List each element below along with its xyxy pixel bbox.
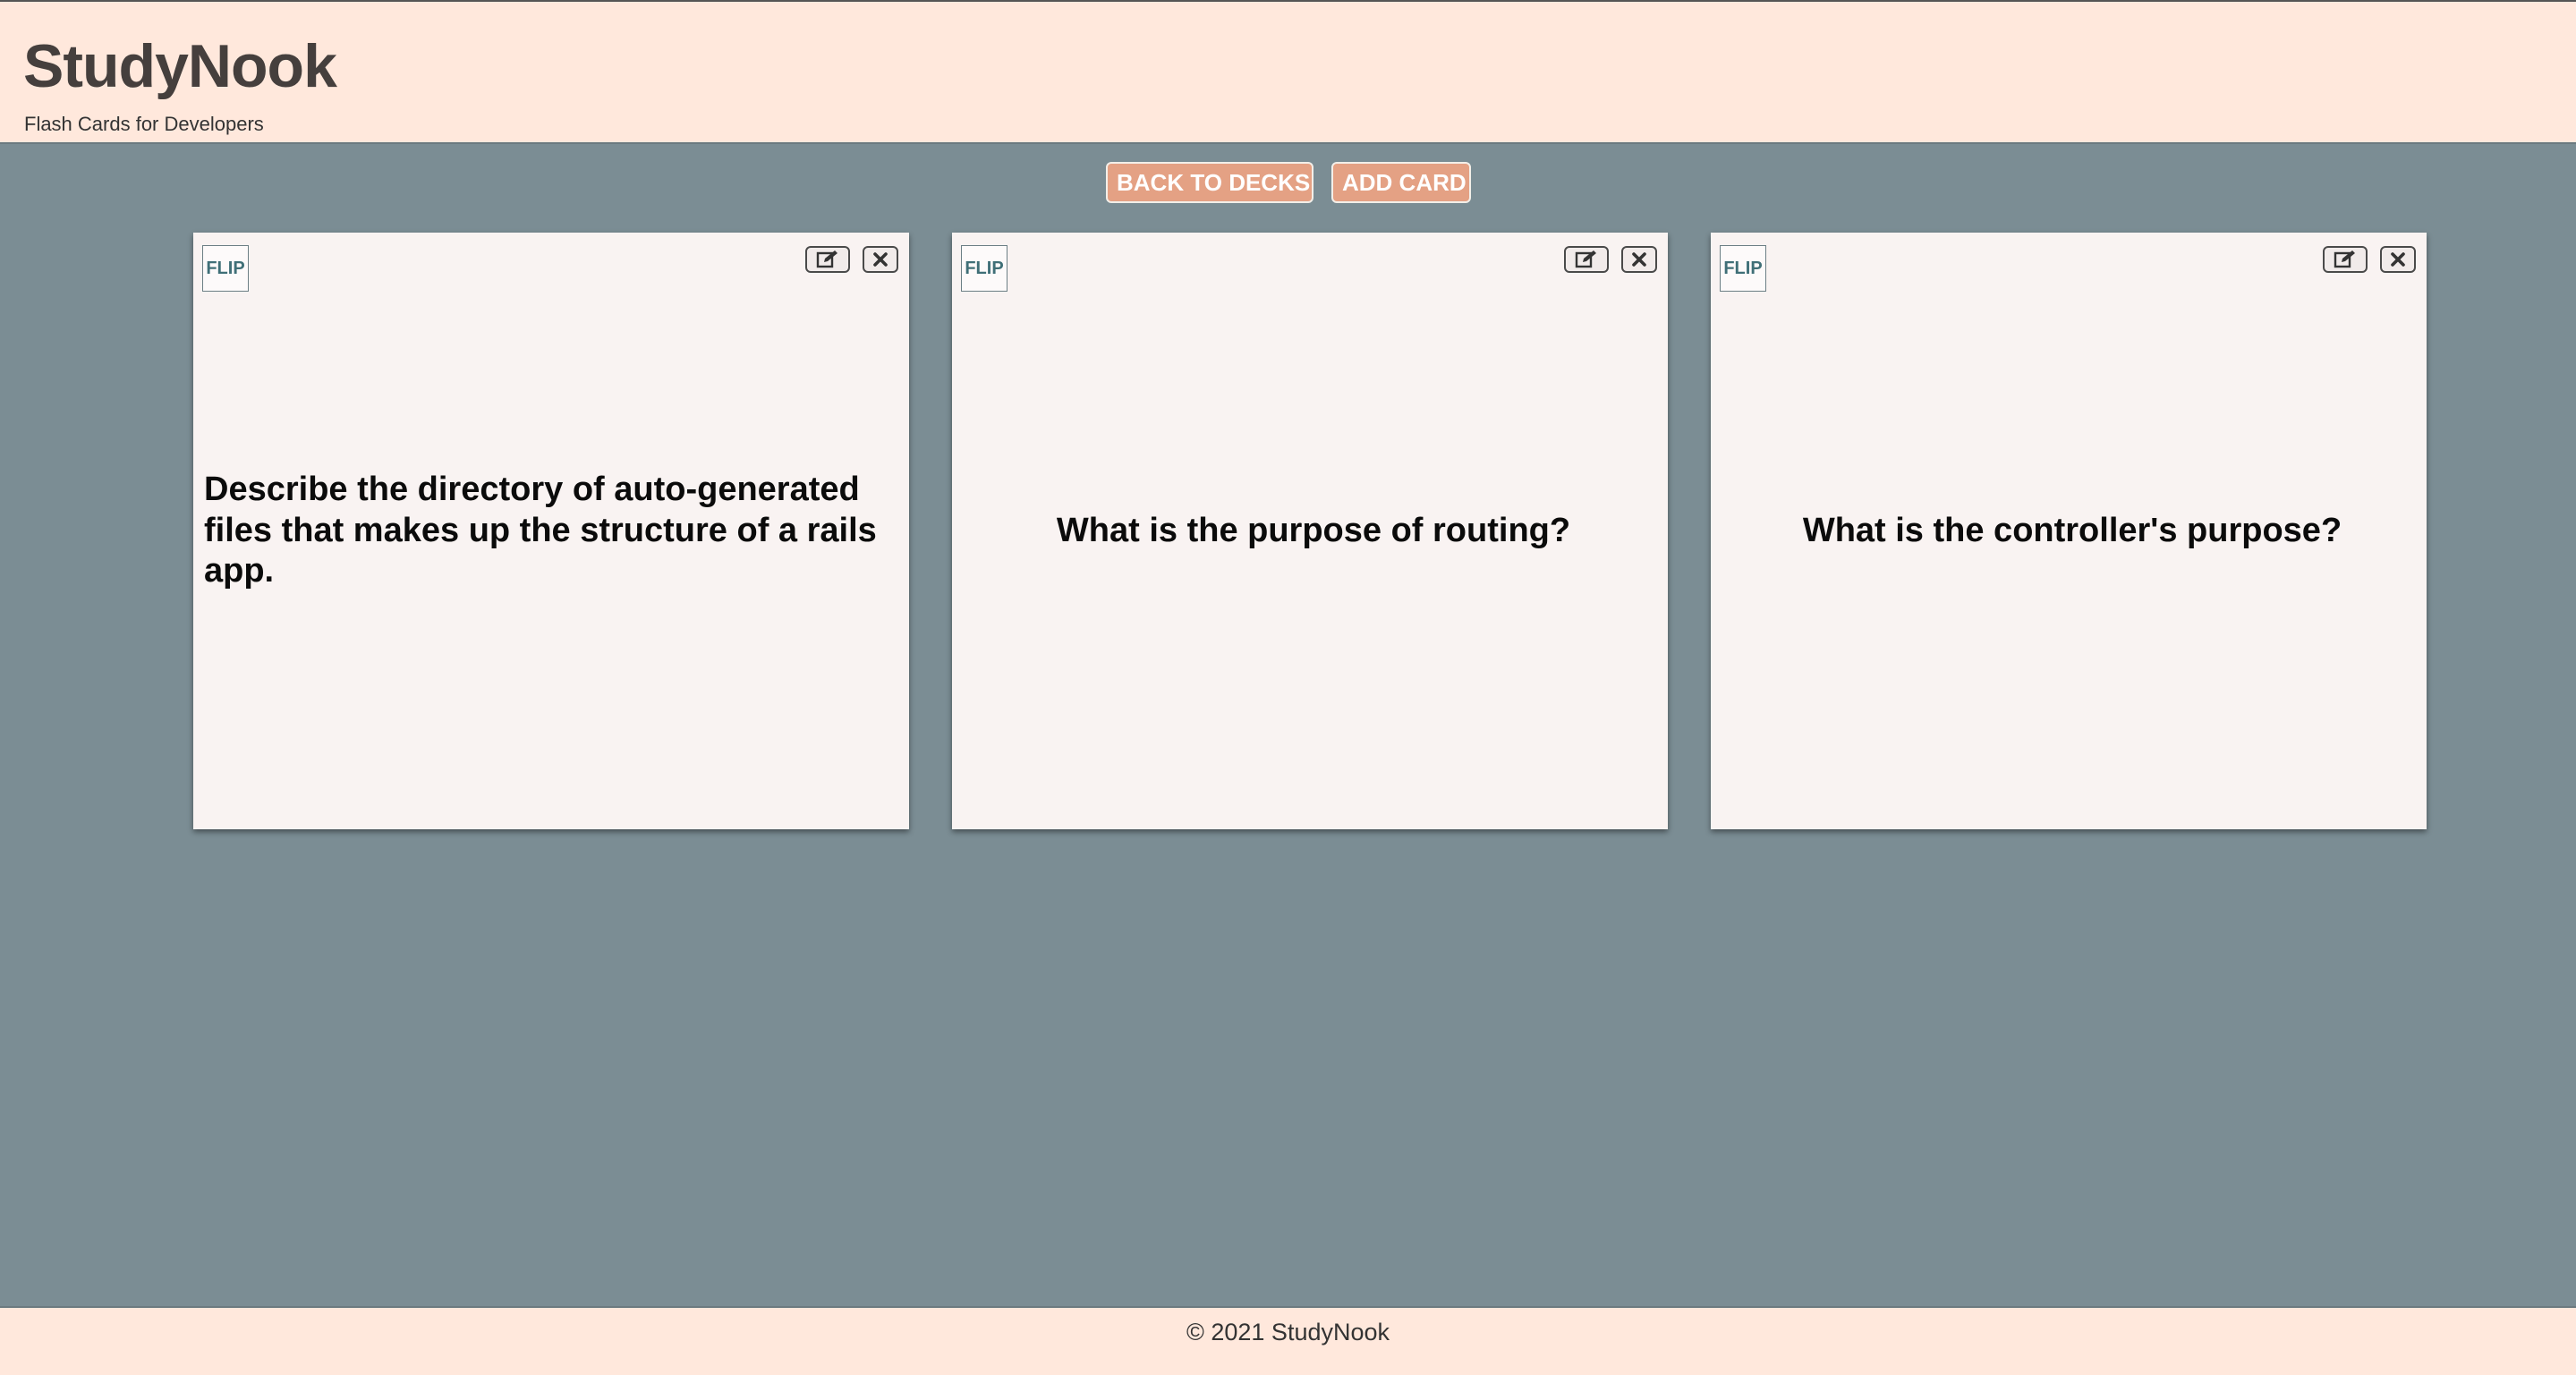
flash-card: FLIP What is the purpose of routing? — [952, 233, 1668, 829]
card-question: Describe the directory of auto-generated… — [204, 471, 877, 590]
site-subtitle: Flash Cards for Developers — [24, 113, 264, 135]
site-header: StudyNook Flash Cards for Developers — [0, 0, 2576, 144]
flash-card: FLIP What is the controller's purpose? — [1711, 233, 2427, 829]
deck-toolbar: BACK TO DECKS ADD CARD — [0, 162, 2576, 203]
card-question: What is the purpose of routing? — [1056, 511, 1571, 549]
card-question: What is the controller's purpose? — [1802, 511, 2342, 549]
copyright-text: © 2021 StudyNook — [1186, 1319, 1390, 1345]
back-to-decks-button[interactable]: BACK TO DECKS — [1106, 162, 1314, 203]
flash-card: FLIP Describe the directory of auto-gene… — [193, 233, 909, 829]
site-footer: © 2021 StudyNook — [0, 1306, 2576, 1375]
site-title[interactable]: StudyNook — [23, 36, 337, 97]
add-card-button[interactable]: ADD CARD — [1331, 162, 1471, 203]
